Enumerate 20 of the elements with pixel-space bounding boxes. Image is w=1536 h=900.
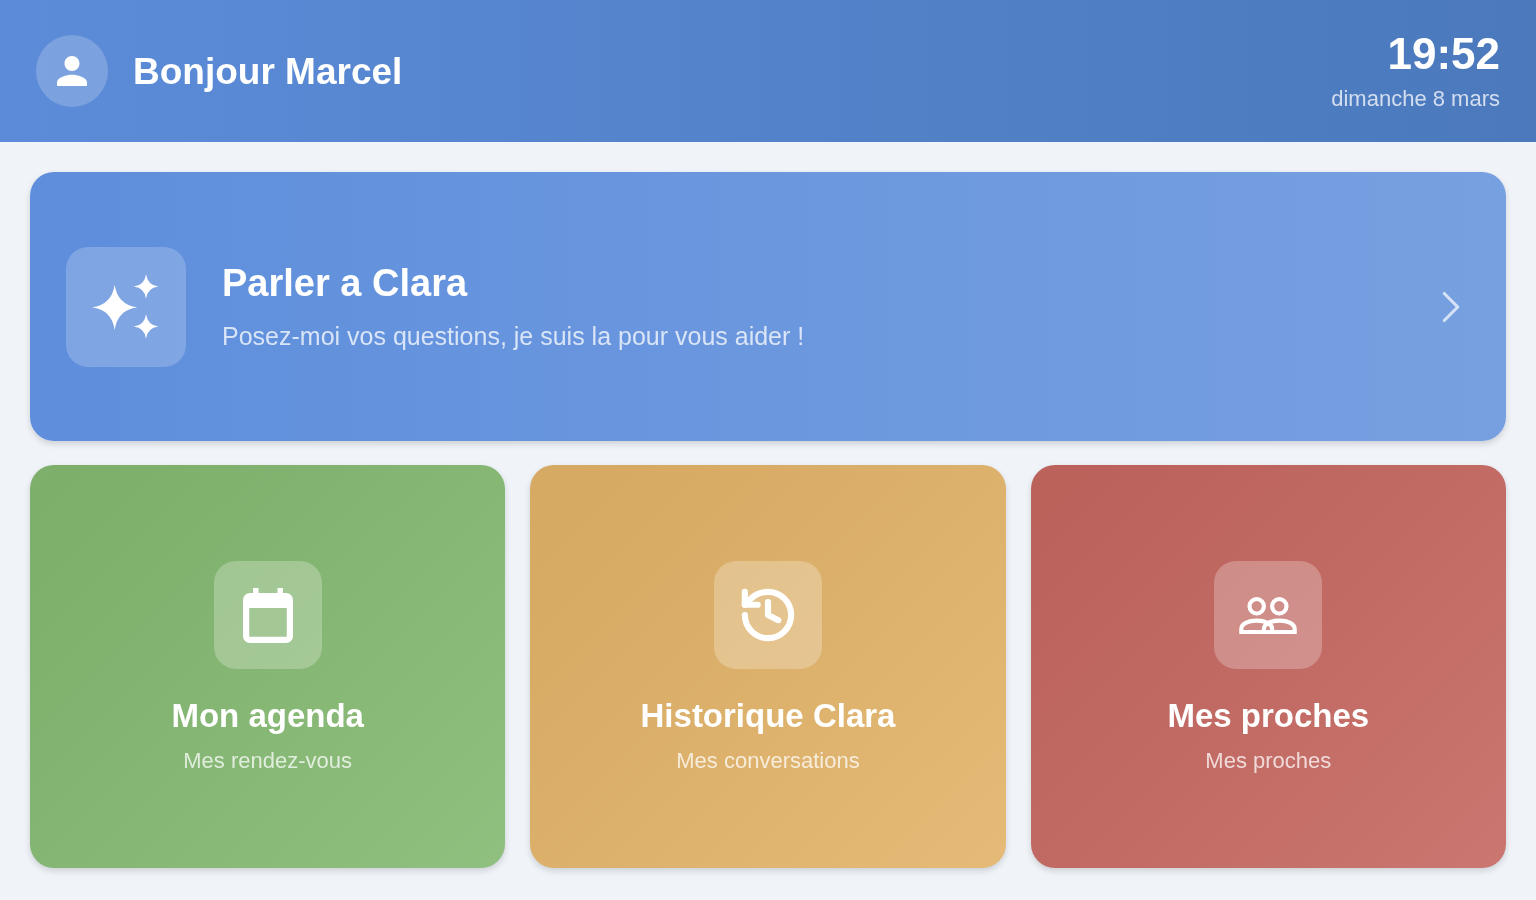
calendar-icon [213,561,322,669]
clock-time: 19:52 [1387,32,1500,76]
menu-card[interactable]: Mes proches Mes proches [1030,465,1506,868]
menu-card[interactable]: Mon agenda Mes rendez-vous [30,465,506,868]
tile-title: Mes proches [1167,699,1370,732]
people-icon [1214,561,1323,669]
tile-subtitle: Mes conversations [676,750,860,772]
tile-title: Mon agenda [171,699,364,732]
menu-card[interactable]: Historique Clara Mes conversations [530,465,1006,868]
sparkles-icon [66,246,186,367]
tile-title: Historique Clara [640,699,896,732]
greeting-title: Bonjour Marcel [133,52,403,90]
date-text: dimanche 8 mars [1331,88,1500,110]
chevron-right-icon [1442,290,1460,323]
history-icon [714,561,822,669]
tile-subtitle: Mes rendez-vous [183,750,353,772]
card-subtitle: Posez-moi vos questions, je suis la pour vous aider ! [222,324,805,349]
tile-subtitle: Mes proches [1205,750,1332,772]
card-title: Parler a Clara [222,264,468,302]
assistant-card[interactable]: Parler a Clara Posez-moi vos questions, je suis la pour vous aider ! [30,172,1506,441]
